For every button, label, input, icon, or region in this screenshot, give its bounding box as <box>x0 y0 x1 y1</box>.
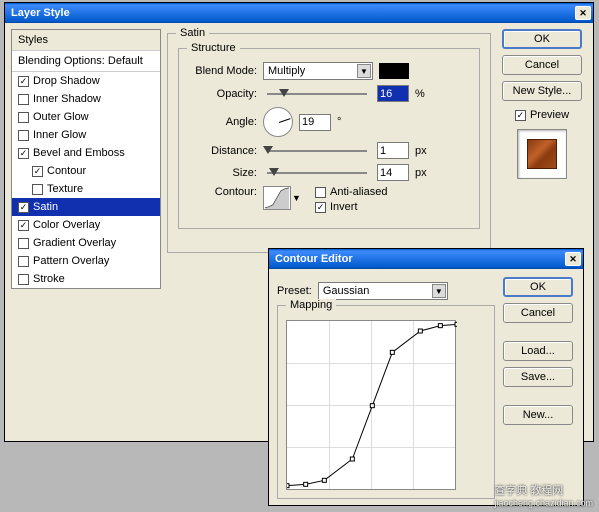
style-item-texture[interactable]: Texture <box>12 180 160 198</box>
style-item-label: Pattern Overlay <box>33 255 109 267</box>
style-item-color-overlay[interactable]: ✓ Color Overlay <box>12 216 160 234</box>
style-item-stroke[interactable]: Stroke <box>12 270 160 288</box>
titlebar[interactable]: Layer Style ✕ <box>5 3 593 23</box>
close-icon[interactable]: ✕ <box>575 6 591 20</box>
distance-input[interactable]: 1 <box>377 142 409 159</box>
contour-label: Contour: <box>189 186 257 198</box>
section-legend: Satin <box>176 27 209 39</box>
checkbox-icon <box>18 238 29 249</box>
style-item-label: Color Overlay <box>33 219 100 231</box>
style-item-label: Drop Shadow <box>33 75 100 87</box>
opacity-label: Opacity: <box>189 88 257 100</box>
style-item-label: Gradient Overlay <box>33 237 116 249</box>
chevron-down-icon: ▼ <box>292 193 304 205</box>
styles-panel: Styles Blending Options: Default ✓ Drop S… <box>11 29 161 289</box>
ok-button[interactable]: OK <box>502 29 582 49</box>
wood-swatch <box>527 139 557 169</box>
checkbox-icon: ✓ <box>315 202 326 213</box>
blend-mode-label: Blend Mode: <box>189 65 257 77</box>
size-unit: px <box>415 167 427 179</box>
ok-button[interactable]: OK <box>503 277 573 297</box>
preset-value: Gaussian <box>323 285 369 297</box>
checkbox-icon <box>18 256 29 267</box>
contour-editor-buttons: OK Cancel Load... Save... New... <box>503 277 575 499</box>
style-item-label: Stroke <box>33 273 65 285</box>
size-slider[interactable] <box>267 172 367 174</box>
checkbox-icon <box>18 130 29 141</box>
chevron-down-icon: ▼ <box>357 64 371 78</box>
opacity-input[interactable]: 16 <box>377 85 409 102</box>
opacity-unit: % <box>415 88 425 100</box>
style-item-pattern-overlay[interactable]: Pattern Overlay <box>12 252 160 270</box>
contour-editor-dialog: Contour Editor ✕ Preset: Gaussian ▼ Mapp… <box>268 248 584 506</box>
checkbox-icon: ✓ <box>18 148 29 159</box>
cancel-button[interactable]: Cancel <box>503 303 573 323</box>
style-item-gradient-overlay[interactable]: Gradient Overlay <box>12 234 160 252</box>
opacity-slider[interactable] <box>267 93 367 95</box>
preview-thumbnail <box>517 129 567 179</box>
preset-label: Preset: <box>277 285 312 297</box>
style-item-label: Texture <box>47 183 83 195</box>
checkbox-icon: ✓ <box>18 202 29 213</box>
style-item-label: Inner Glow <box>33 129 86 141</box>
angle-input[interactable]: 19 <box>299 114 331 131</box>
angle-dial[interactable] <box>263 107 293 137</box>
style-item-inner-shadow[interactable]: Inner Shadow <box>12 90 160 108</box>
checkbox-icon <box>18 274 29 285</box>
style-item-contour[interactable]: ✓ Contour <box>12 162 160 180</box>
window-title: Layer Style <box>11 7 70 19</box>
checkbox-icon: ✓ <box>18 220 29 231</box>
size-label: Size: <box>189 167 257 179</box>
style-item-label: Satin <box>33 201 58 213</box>
distance-label: Distance: <box>189 145 257 157</box>
preview-checkbox[interactable]: ✓ Preview <box>515 109 569 121</box>
preset-select[interactable]: Gaussian ▼ <box>318 282 448 300</box>
checkbox-icon: ✓ <box>18 76 29 87</box>
style-item-drop-shadow[interactable]: ✓ Drop Shadow <box>12 72 160 90</box>
structure-legend: Structure <box>187 42 240 54</box>
style-item-label: Outer Glow <box>33 111 89 123</box>
checkbox-icon <box>18 94 29 105</box>
load-button[interactable]: Load... <box>503 341 573 361</box>
close-icon[interactable]: ✕ <box>565 252 581 266</box>
style-item-label: Inner Shadow <box>33 93 101 105</box>
anti-aliased-checkbox[interactable]: Anti-aliased <box>315 186 387 198</box>
contour-picker[interactable]: ▼ <box>263 186 291 210</box>
checkbox-icon: ✓ <box>32 166 43 177</box>
checkbox-icon <box>32 184 43 195</box>
invert-checkbox[interactable]: ✓ Invert <box>315 201 387 213</box>
angle-label: Angle: <box>189 116 257 128</box>
mapping-legend: Mapping <box>286 299 336 311</box>
distance-slider[interactable] <box>267 150 367 152</box>
style-item-label: Bevel and Emboss <box>33 147 125 159</box>
style-item-inner-glow[interactable]: Inner Glow <box>12 126 160 144</box>
style-item-label: Contour <box>47 165 86 177</box>
blend-mode-value: Multiply <box>268 65 305 77</box>
titlebar[interactable]: Contour Editor ✕ <box>269 249 583 269</box>
window-title: Contour Editor <box>275 253 353 265</box>
size-input[interactable]: 14 <box>377 164 409 181</box>
angle-unit: ° <box>337 116 341 128</box>
style-item-bevel-and-emboss[interactable]: ✓ Bevel and Emboss <box>12 144 160 162</box>
color-swatch[interactable] <box>379 63 409 79</box>
style-item-satin[interactable]: ✓ Satin <box>12 198 160 216</box>
styles-header[interactable]: Styles <box>12 30 160 51</box>
curve-canvas[interactable] <box>286 320 456 490</box>
checkbox-icon <box>18 112 29 123</box>
style-item-outer-glow[interactable]: Outer Glow <box>12 108 160 126</box>
save-button[interactable]: Save... <box>503 367 573 387</box>
watermark: 查字典 教程网 jiaocheng.chazidian.com <box>494 482 593 508</box>
new-style-button[interactable]: New Style... <box>502 81 582 101</box>
checkbox-icon: ✓ <box>515 110 526 121</box>
checkbox-icon <box>315 187 326 198</box>
new-button[interactable]: New... <box>503 405 573 425</box>
cancel-button[interactable]: Cancel <box>502 55 582 75</box>
chevron-down-icon: ▼ <box>432 284 446 298</box>
blending-options-header[interactable]: Blending Options: Default <box>12 51 160 72</box>
distance-unit: px <box>415 145 427 157</box>
blend-mode-select[interactable]: Multiply ▼ <box>263 62 373 80</box>
